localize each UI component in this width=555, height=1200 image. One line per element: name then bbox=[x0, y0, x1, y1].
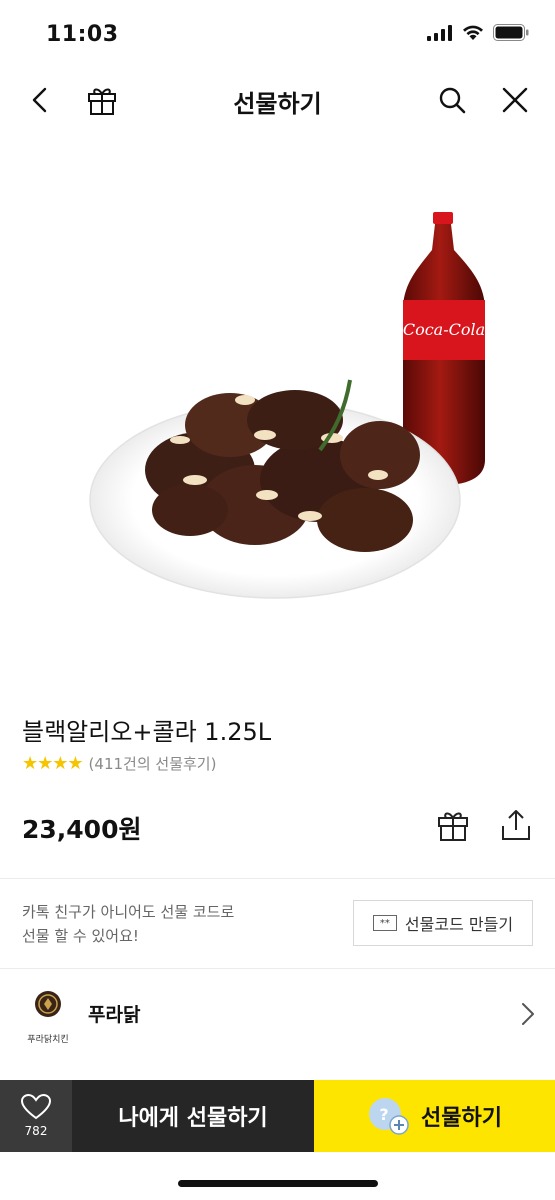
product-illustration: Coca-Cola bbox=[89, 212, 485, 599]
bottom-action-bar: 782 나에게 선물하기 ? 선물하기 bbox=[0, 1080, 555, 1152]
heart-icon bbox=[21, 1094, 51, 1120]
search-button[interactable] bbox=[434, 82, 470, 118]
create-gift-code-button[interactable]: ** 선물코드 만들기 bbox=[353, 900, 533, 946]
product-price: 23,400원 bbox=[22, 815, 142, 844]
close-button[interactable] bbox=[497, 82, 533, 118]
signal-icon bbox=[427, 24, 452, 41]
like-button[interactable]: 782 bbox=[0, 1080, 72, 1152]
status-bar: 11:03 bbox=[0, 0, 555, 70]
search-icon bbox=[439, 87, 466, 114]
divider bbox=[0, 968, 555, 969]
battery-icon bbox=[493, 24, 529, 41]
gift-box-icon bbox=[438, 812, 468, 841]
like-count: 782 bbox=[24, 1124, 48, 1138]
product-title: 블랙알리오+콜라 1.25L bbox=[22, 718, 272, 746]
brand-logo: 푸라닭치킨 bbox=[24, 988, 72, 1045]
chevron-right-icon bbox=[522, 1003, 534, 1025]
brand-name: 푸라닭 bbox=[88, 1004, 141, 1026]
close-icon bbox=[502, 87, 528, 113]
brand-emblem-icon bbox=[35, 991, 61, 1017]
gift-to-me-button[interactable]: 나에게 선물하기 bbox=[72, 1080, 314, 1152]
bottle-label: Coca-Cola bbox=[403, 320, 485, 339]
brand-logo-caption: 푸라닭치킨 bbox=[27, 1035, 69, 1045]
gift-code-message-line2: 선물 할 수 있어요! bbox=[22, 927, 139, 945]
brand-row[interactable]: 푸라닭치킨 푸라닭 bbox=[0, 970, 555, 1056]
share-button[interactable] bbox=[496, 805, 536, 845]
gift-code-message-line1: 카톡 친구가 아니어도 선물 코드로 bbox=[22, 903, 235, 921]
send-gift-button[interactable]: ? 선물하기 bbox=[314, 1080, 555, 1152]
status-icons bbox=[427, 24, 529, 41]
svg-text:?: ? bbox=[379, 1105, 388, 1124]
review-count[interactable]: (411건의 선물후기) bbox=[89, 753, 217, 774]
star-rating-icon: ★★★★ bbox=[22, 753, 84, 774]
home-indicator[interactable] bbox=[178, 1180, 378, 1187]
status-time: 11:03 bbox=[46, 22, 119, 47]
product-image: Coca-Cola bbox=[80, 200, 500, 620]
page-title: 선물하기 bbox=[233, 90, 322, 118]
gift-wrap-button[interactable] bbox=[433, 805, 473, 845]
friend-add-icon: ? bbox=[369, 1098, 409, 1135]
send-gift-label: 선물하기 bbox=[421, 1106, 502, 1131]
nav-bar: 선물하기 bbox=[0, 70, 555, 128]
home-indicator-area bbox=[0, 1152, 555, 1200]
share-icon bbox=[502, 810, 530, 840]
wifi-icon bbox=[463, 25, 483, 40]
gift-code-icon: ** bbox=[372, 915, 397, 931]
gift-code-message: 카톡 친구가 아니어도 선물 코드로 선물 할 수 있어요! bbox=[22, 900, 322, 948]
create-gift-code-label: 선물코드 만들기 bbox=[404, 915, 514, 934]
divider bbox=[0, 878, 555, 879]
rating-row[interactable]: ★★★★ (411건의 선물후기) bbox=[22, 753, 216, 774]
